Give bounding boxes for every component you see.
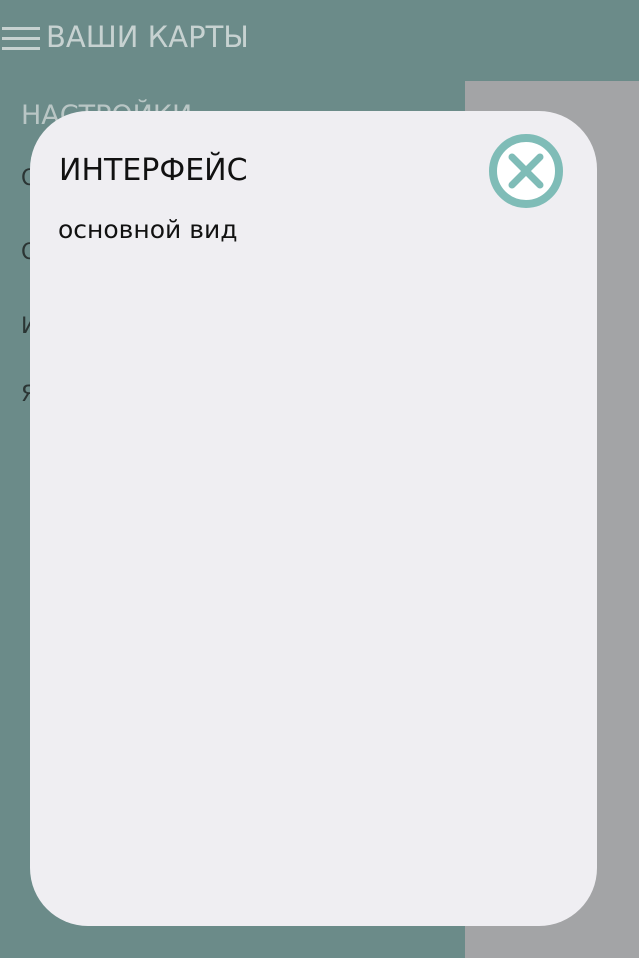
- hamburger-menu-icon[interactable]: [2, 27, 40, 51]
- close-circle-icon: [489, 134, 563, 208]
- close-button[interactable]: [488, 133, 564, 209]
- main-view-option[interactable]: основной вид: [58, 215, 238, 244]
- interface-modal: ИНТЕРФЕЙС основной вид: [30, 111, 597, 926]
- app-header: ВАШИ КАРТЫ: [0, 0, 639, 80]
- app-screen: ВАШИ КАРТЫ НАСТРОЙКИ О О И Я ИНТЕРФЕЙС о…: [0, 0, 639, 958]
- modal-title: ИНТЕРФЕЙС: [59, 153, 248, 188]
- app-title: ВАШИ КАРТЫ: [46, 20, 249, 54]
